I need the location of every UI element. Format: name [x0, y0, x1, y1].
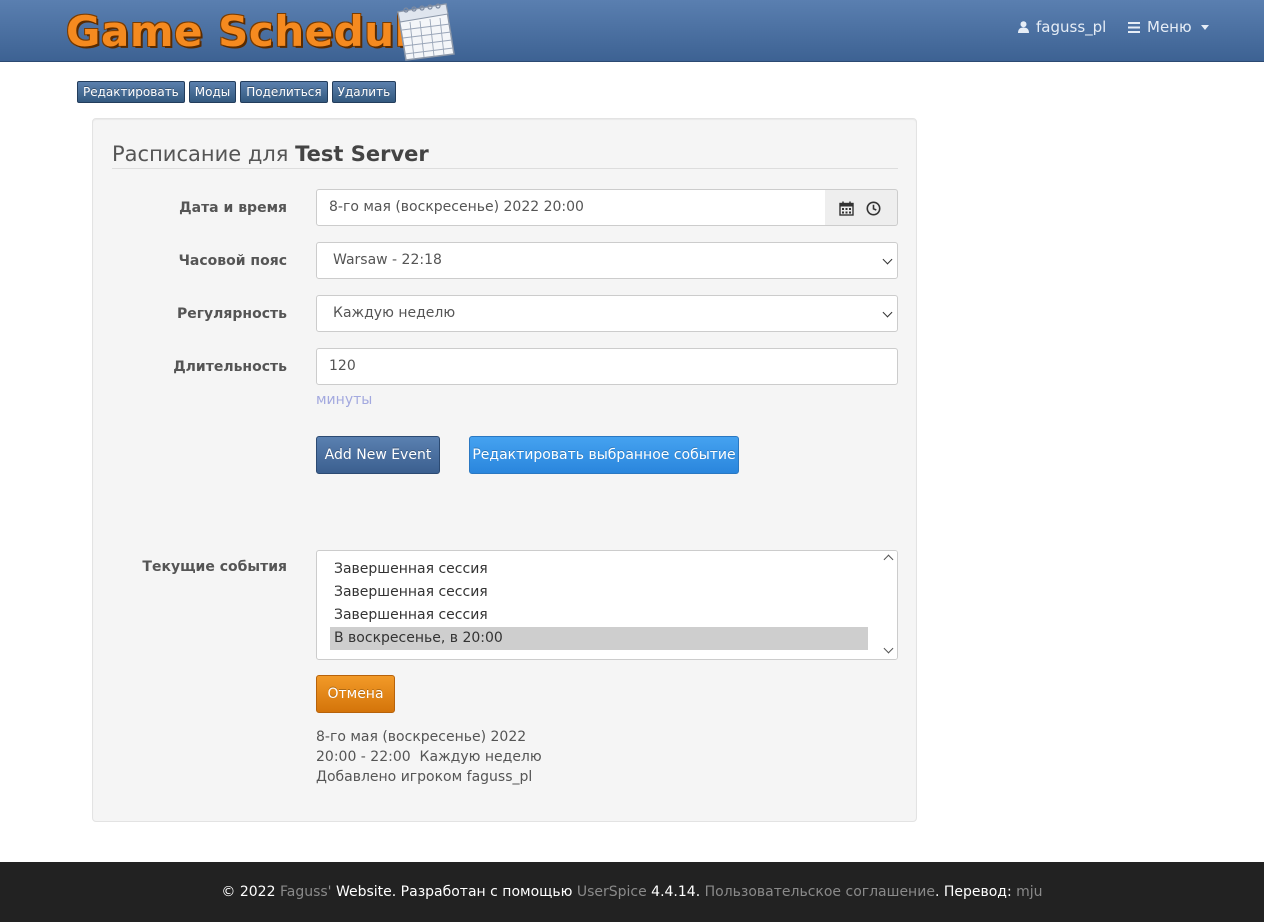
event-added-by: Добавлено игроком faguss_pl — [316, 769, 533, 785]
listbox-scrollbar[interactable] — [881, 551, 897, 659]
user-agreement-link[interactable]: Пользовательское соглашение — [705, 884, 935, 900]
translator-link[interactable]: mju — [1016, 884, 1042, 900]
main-menu-toggle[interactable]: Меню — [1128, 18, 1209, 36]
caret-down-icon — [1200, 24, 1209, 30]
datetime-label: Дата и время — [179, 200, 287, 216]
event-details: 8-го мая (воскресенье) 2022 20:00 - 22:0… — [316, 727, 542, 787]
page-title: Расписание для Test Server — [112, 139, 898, 169]
timezone-select[interactable]: Warsaw - 22:18 — [316, 242, 898, 279]
chevron-down-icon — [882, 307, 893, 318]
scroll-up-icon[interactable] — [883, 554, 894, 565]
timezone-label: Часовой пояс — [178, 253, 287, 269]
calendar-logo-icon — [397, 3, 455, 61]
clock-icon[interactable] — [866, 201, 881, 216]
menu-label: Меню — [1147, 18, 1192, 36]
list-item[interactable]: Завершенная сессия — [330, 604, 868, 627]
duration-unit-help: минуты — [316, 392, 373, 408]
datetime-input[interactable]: 8-го мая (воскресенье) 2022 20:00 — [316, 189, 826, 226]
user-icon — [1018, 21, 1029, 33]
footer: © 2022 Faguss' Website. Разработан с пом… — [0, 862, 1264, 922]
footer-translation-text: . Перевод: — [934, 884, 1012, 900]
footer-website-text: Website. Разработан с помощью — [335, 884, 573, 900]
timezone-value: Warsaw - 22:18 — [333, 252, 442, 268]
user-name: faguss_pl — [1036, 18, 1107, 36]
calendar-icon[interactable] — [839, 201, 854, 216]
title-prefix: Расписание для — [112, 142, 289, 166]
site-logo[interactable]: Game Schedule — [66, 4, 439, 60]
chevron-down-icon — [882, 254, 893, 265]
schedule-panel: Расписание для Test Server Дата и время … — [92, 118, 917, 822]
list-item[interactable]: Завершенная сессия — [330, 558, 868, 581]
duration-input[interactable]: 120 — [316, 348, 898, 385]
share-button[interactable]: Поделиться — [240, 81, 328, 103]
edit-button[interactable]: Редактировать — [77, 81, 185, 103]
navbar: Game Schedule faguss_pl Меню — [0, 0, 1264, 62]
edit-selected-event-button[interactable]: Редактировать выбранное событие — [469, 436, 739, 474]
events-label: Текущие события — [142, 559, 287, 575]
list-item[interactable]: Завершенная сессия — [330, 581, 868, 604]
event-time-recurrence: 20:00 - 22:00 Каждую неделю — [316, 749, 542, 765]
list-item-selected[interactable]: В воскресенье, в 20:00 — [330, 627, 868, 650]
recurrence-label: Регулярность — [176, 306, 287, 322]
hamburger-icon — [1128, 21, 1140, 33]
delete-button[interactable]: Удалить — [331, 81, 397, 103]
recurrence-value: Каждую неделю — [333, 305, 456, 321]
datetime-picker-addon — [825, 189, 898, 226]
event-date: 8-го мая (воскресенье) 2022 — [316, 729, 527, 745]
toolbar: Редактировать Моды Поделиться Удалить — [77, 81, 397, 103]
scroll-down-icon[interactable] — [883, 643, 894, 654]
footer-version: 4.4.14. — [651, 884, 701, 900]
footer-copyright: © 2022 — [221, 884, 276, 900]
cancel-button[interactable]: Отмена — [316, 675, 395, 713]
recurrence-select[interactable]: Каждую неделю — [316, 295, 898, 332]
add-event-button[interactable]: Add New Event — [316, 436, 440, 474]
mods-button[interactable]: Моды — [188, 81, 237, 103]
events-listbox[interactable]: Завершенная сессия Завершенная сессия За… — [316, 550, 898, 660]
faguss-link[interactable]: Faguss' — [280, 884, 332, 900]
duration-label: Длительность — [173, 359, 287, 375]
user-menu[interactable]: faguss_pl — [1018, 18, 1106, 36]
userspice-link[interactable]: UserSpice — [577, 884, 647, 900]
server-name: Test Server — [295, 142, 429, 166]
